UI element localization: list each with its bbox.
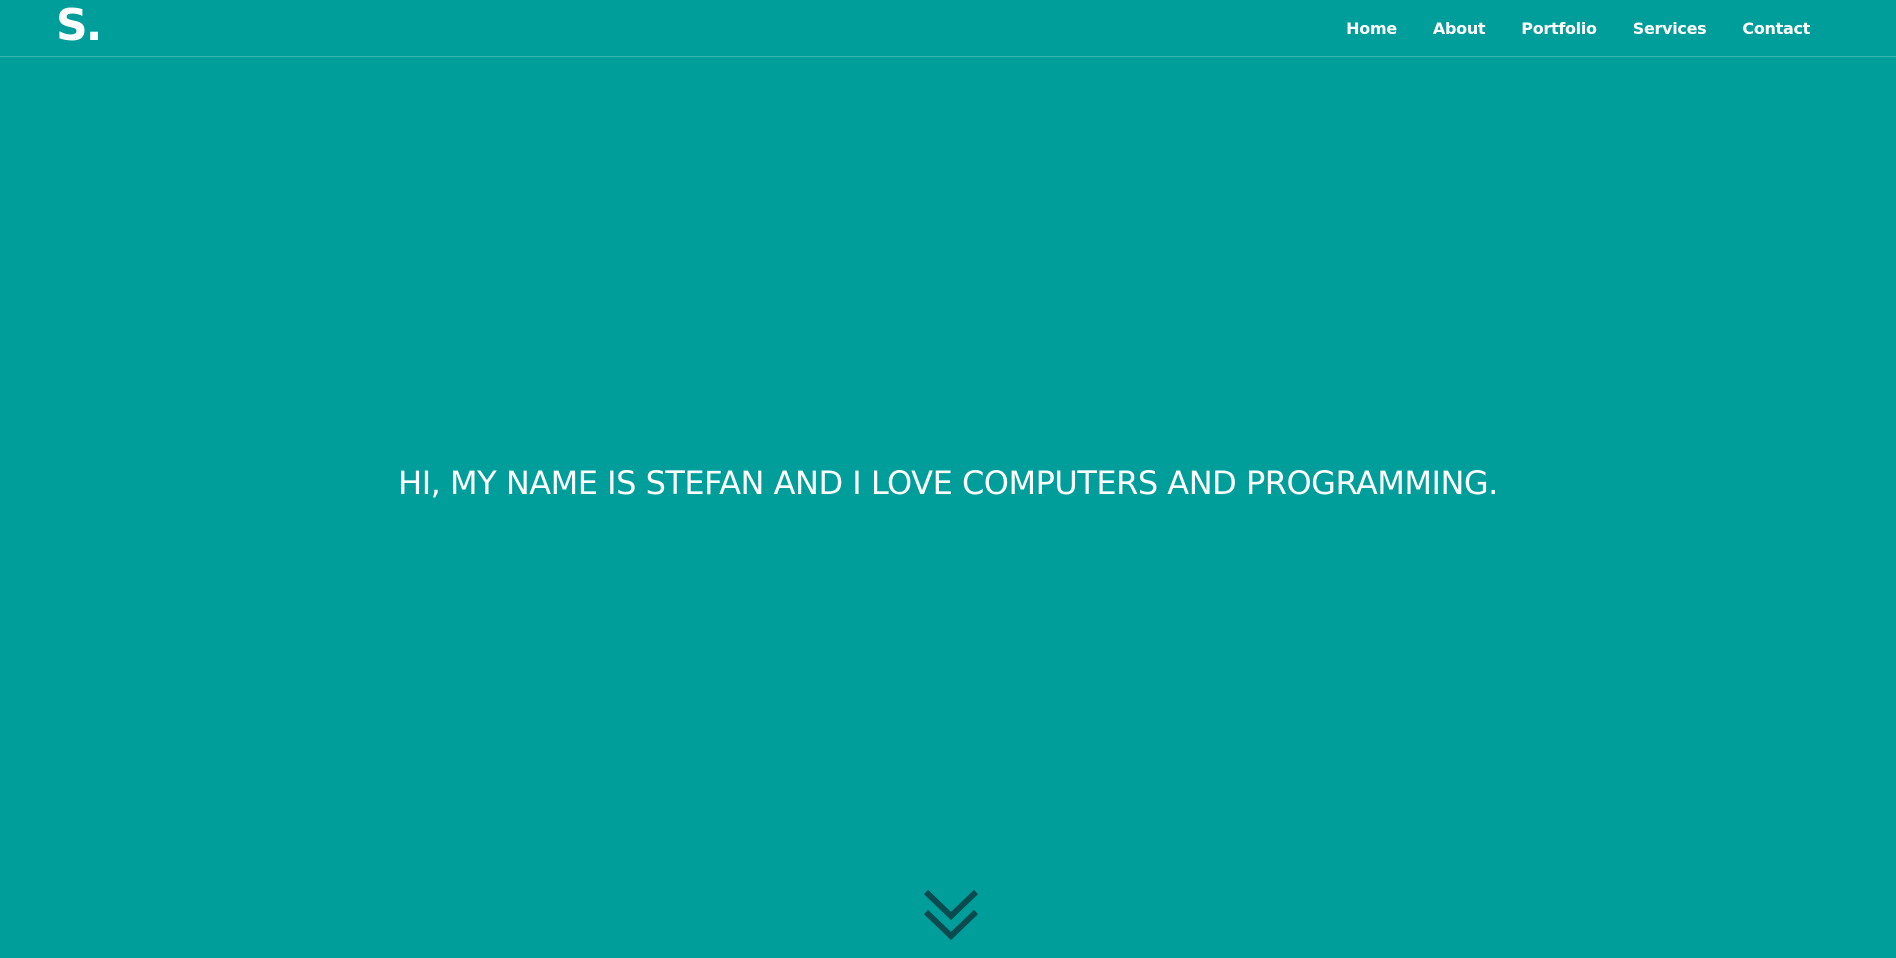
double-chevron-down-icon [923, 889, 979, 941]
nav-portfolio-link[interactable]: Portfolio [1521, 19, 1597, 38]
page: S. Home About Portfolio Services Contact… [0, 0, 1896, 958]
logo[interactable]: S. [56, 3, 102, 49]
nav-services-link[interactable]: Services [1633, 19, 1707, 38]
nav-about-link[interactable]: About [1433, 19, 1486, 38]
nav-links: Home About Portfolio Services Contact [1346, 0, 1810, 56]
scroll-down-button[interactable] [922, 886, 980, 944]
navbar: S. Home About Portfolio Services Contact [0, 0, 1896, 57]
hero: HI, MY NAME IS STEFAN AND I LOVE COMPUTE… [0, 457, 1896, 509]
hero-title: HI, MY NAME IS STEFAN AND I LOVE COMPUTE… [398, 464, 1498, 502]
nav-home-link[interactable]: Home [1346, 19, 1397, 38]
nav-contact-link[interactable]: Contact [1742, 19, 1810, 38]
